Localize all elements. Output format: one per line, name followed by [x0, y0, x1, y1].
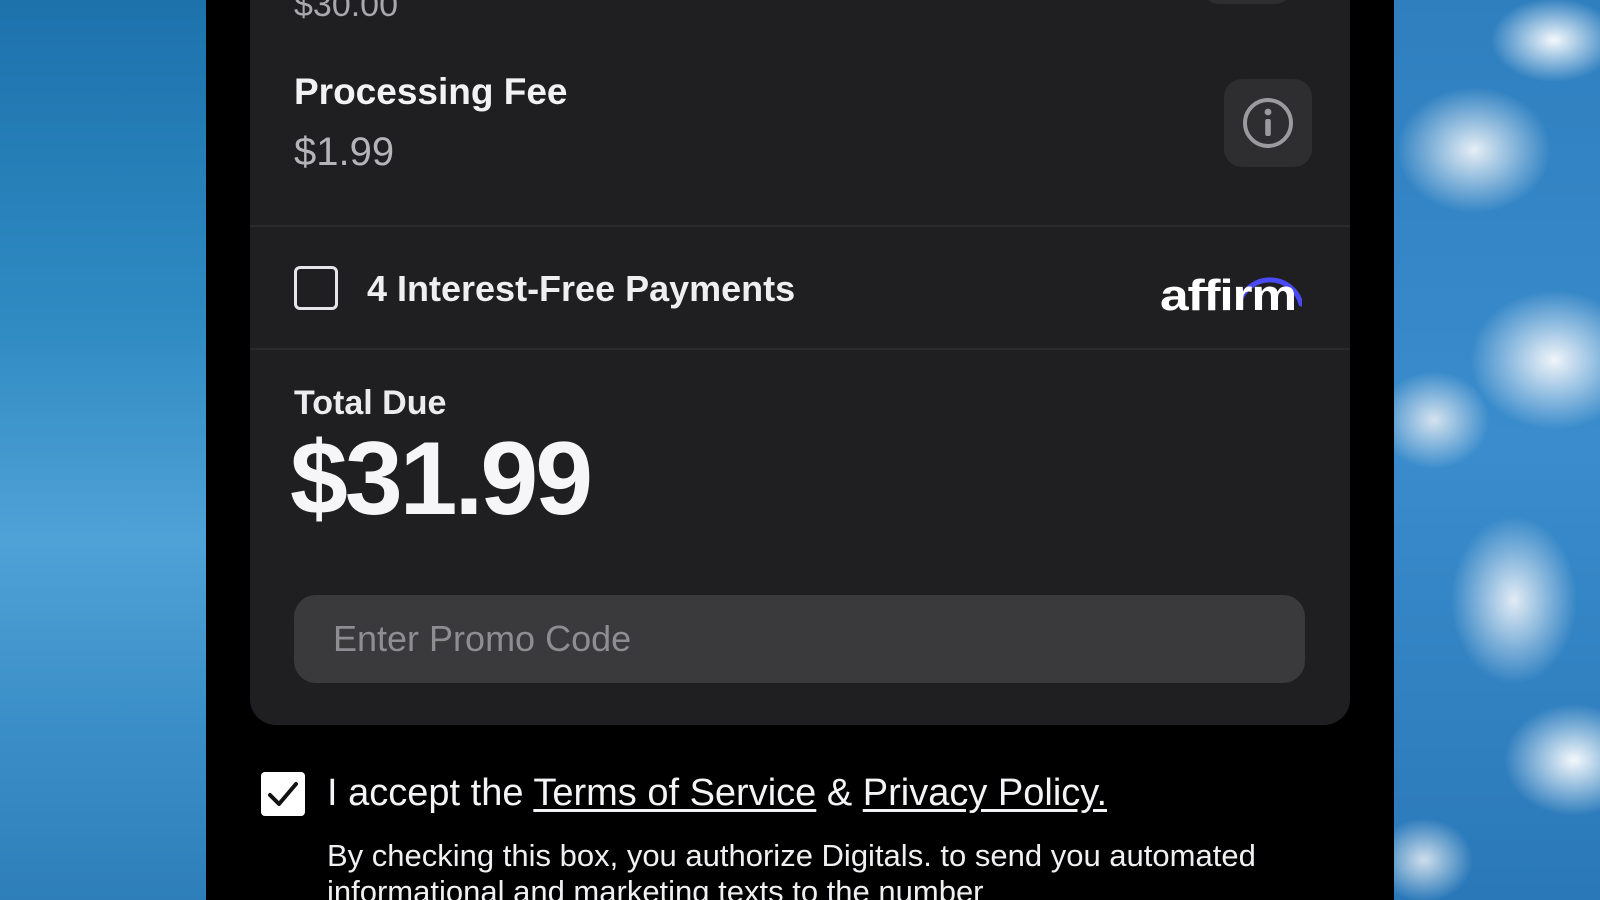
affirm-logo-text: affirm [1160, 271, 1296, 316]
total-due-value: $31.99 [290, 421, 593, 537]
sms-authorization-text: By checking this box, you authorize Digi… [327, 838, 1256, 900]
accept-prefix: I accept the [327, 772, 534, 814]
processing-fee-label: Processing Fee [294, 71, 568, 112]
previous-item-price: $30.00 [294, 0, 398, 24]
installments-checkbox[interactable] [294, 266, 338, 310]
ampersand: & [816, 772, 863, 814]
clouds-background-right [1394, 0, 1600, 900]
accept-terms-text: I accept the Terms of Service & Privacy … [327, 772, 1107, 815]
info-icon [1243, 98, 1293, 148]
sky-background-left [0, 0, 206, 900]
installments-label: 4 Interest-Free Payments [367, 268, 796, 309]
checkout-panel: $30.00 Processing Fee $1.99 4 Interest-F… [206, 0, 1394, 900]
privacy-policy-link[interactable]: Privacy Policy. [863, 772, 1107, 814]
promo-code-input[interactable] [294, 595, 1305, 683]
affirm-logo: affirm [1160, 271, 1302, 316]
order-summary-card: $30.00 Processing Fee $1.99 4 Interest-F… [250, 0, 1350, 725]
processing-fee-value: $1.99 [294, 130, 395, 174]
processing-fee-info-button[interactable] [1224, 79, 1312, 167]
checkmark-icon [268, 782, 298, 806]
divider [250, 348, 1350, 350]
total-due-label: Total Due [294, 384, 447, 422]
terms-of-service-link[interactable]: Terms of Service [533, 772, 816, 814]
accept-terms-checkbox[interactable] [261, 772, 305, 816]
divider [250, 225, 1350, 227]
previous-item-info-button[interactable] [1204, 0, 1290, 4]
